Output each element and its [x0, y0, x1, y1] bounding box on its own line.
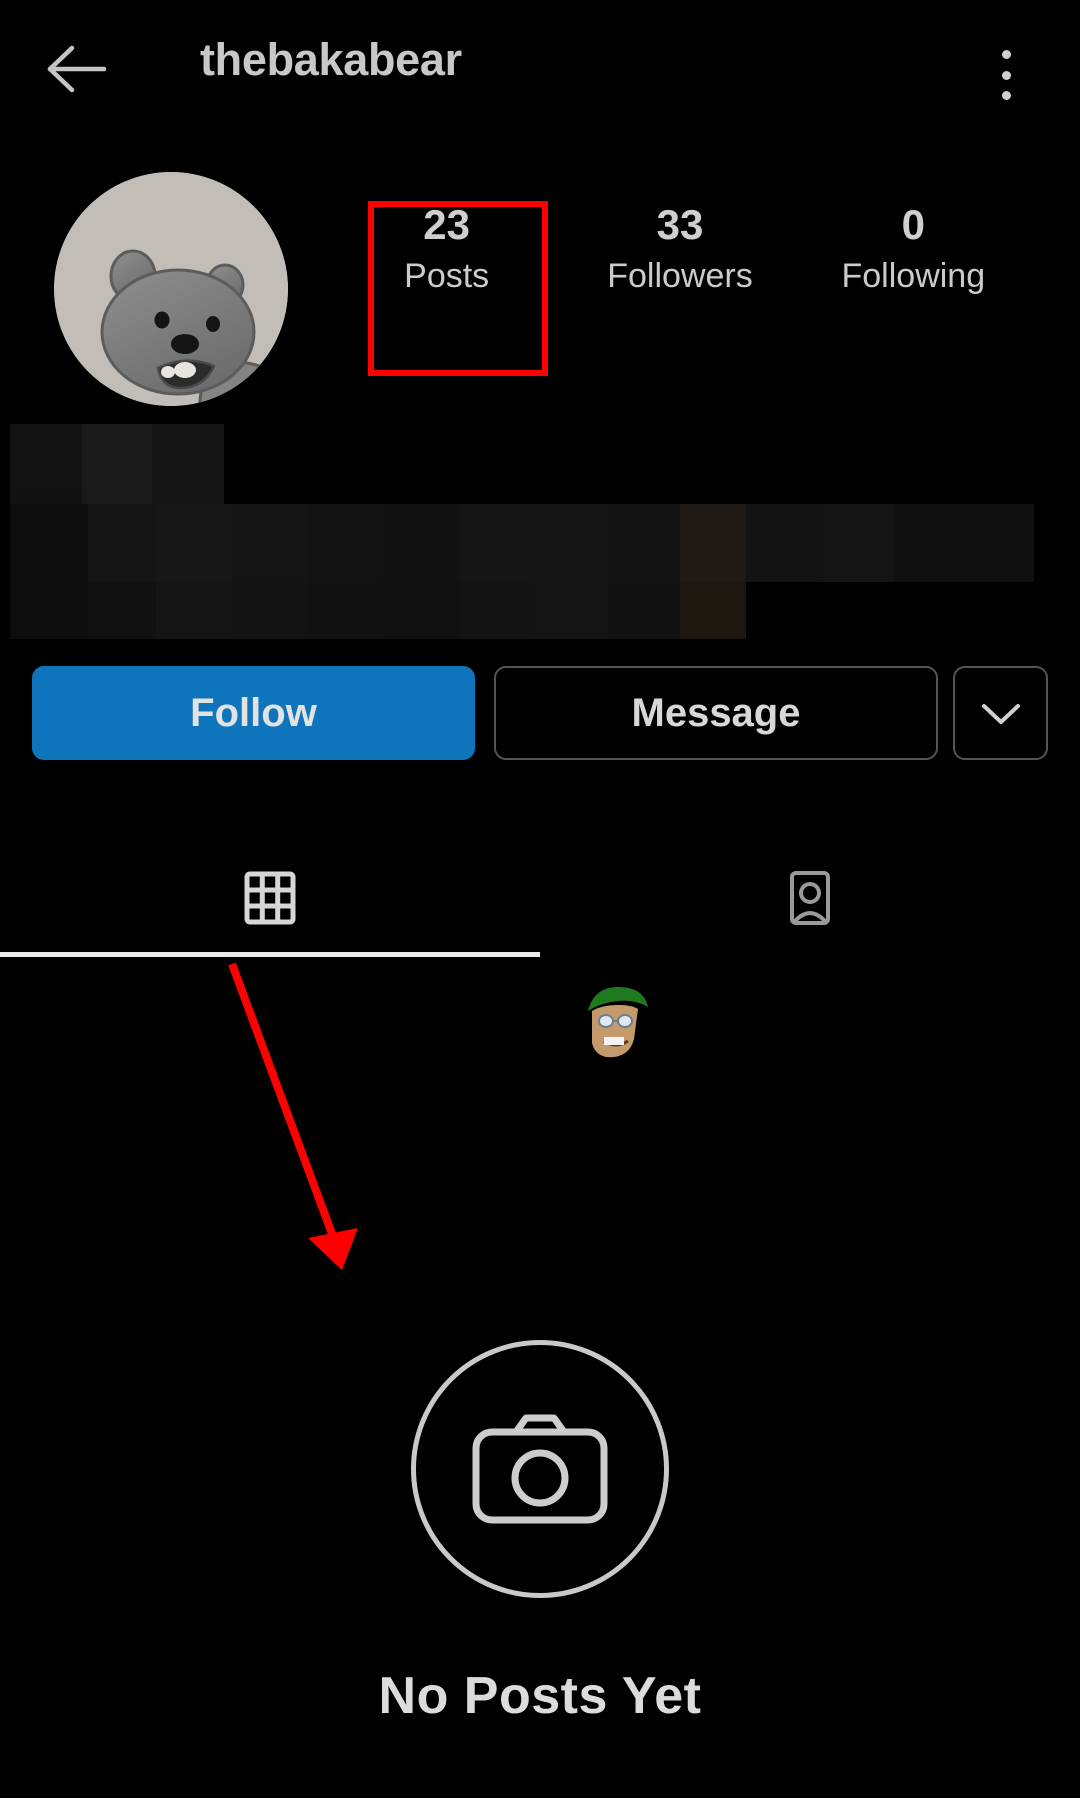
tab-tagged[interactable] — [540, 838, 1080, 958]
instagram-profile-screen: thebakabear 23 Posts 33 Followers 0 Foll… — [0, 0, 1080, 1798]
overflow-menu-button[interactable] — [984, 46, 1028, 104]
bio-mosaic-block — [224, 424, 1034, 486]
more-options-button[interactable] — [953, 666, 1048, 760]
bio-mosaic-block — [608, 582, 680, 639]
bio-mosaic-block — [308, 582, 382, 639]
bio-mosaic-block — [232, 504, 308, 582]
stat-followers[interactable]: 33 Followers — [563, 200, 796, 340]
bio-mosaic-block — [88, 504, 156, 582]
empty-state-icon-circle — [411, 1340, 669, 1598]
bio-mosaic-block — [10, 504, 88, 582]
bio-mosaic-block — [818, 582, 1034, 639]
app-header: thebakabear — [0, 0, 1080, 138]
stat-posts-value: 23 — [423, 201, 471, 248]
tab-posts-grid[interactable] — [0, 838, 540, 958]
stat-posts[interactable]: 23 Posts — [330, 200, 563, 340]
bio-mosaic-block — [746, 504, 818, 582]
empty-state-title: No Posts Yet — [378, 1667, 702, 1725]
bio-mosaic-block — [10, 582, 88, 639]
bio-mosaic-block — [680, 504, 746, 582]
bio-mosaic-block — [460, 504, 530, 582]
bio-mosaic-block — [88, 582, 156, 639]
message-button-label: Message — [631, 690, 801, 735]
camera-icon — [472, 1414, 608, 1524]
stat-following-value: 0 — [901, 201, 925, 248]
message-button[interactable]: Message — [494, 666, 938, 760]
bio-mosaic-block — [308, 504, 382, 582]
bio-mosaic-block — [530, 504, 608, 582]
bio-mosaic-block — [746, 582, 818, 639]
bio-mosaic-block — [156, 582, 232, 639]
bio-mosaic-block — [530, 582, 608, 639]
follow-button-label: Follow — [190, 690, 317, 735]
bio-mosaic-block — [82, 424, 152, 486]
bio-mosaic-block — [10, 424, 82, 486]
bio-redacted-mosaic — [10, 424, 1034, 639]
bio-mosaic-block — [608, 504, 680, 582]
follow-button[interactable]: Follow — [32, 666, 475, 760]
emoji-artifact — [570, 975, 660, 1065]
bio-mosaic-block — [818, 504, 894, 582]
tagged-person-icon — [790, 871, 830, 925]
bio-mosaic-block — [156, 504, 232, 582]
bio-mosaic-block — [894, 504, 1034, 582]
avatar[interactable] — [54, 172, 288, 406]
more-vertical-icon — [1001, 70, 1011, 80]
profile-action-bar: Follow Message — [32, 666, 1048, 762]
profile-stats: 23 Posts 33 Followers 0 Following — [330, 200, 1030, 340]
annotation-arrow-icon — [228, 962, 358, 1270]
bio-mosaic-block — [382, 582, 460, 639]
profile-tab-bar — [0, 838, 1080, 958]
bear-avatar — [54, 172, 288, 406]
bio-mosaic-block — [382, 504, 460, 582]
bio-mosaic-block — [152, 486, 224, 504]
bio-mosaic-block — [224, 486, 1034, 504]
bio-mosaic-block — [680, 582, 746, 639]
back-button[interactable] — [42, 38, 114, 100]
page-title: thebakabear — [200, 34, 462, 85]
emoji-face-icon — [588, 987, 648, 1058]
stat-following-label: Following — [841, 256, 986, 295]
bio-mosaic-block — [152, 424, 224, 486]
stat-followers-label: Followers — [607, 256, 753, 295]
grid-icon — [244, 871, 296, 925]
stat-followers-value: 33 — [656, 201, 704, 248]
bio-mosaic-block — [232, 582, 308, 639]
tab-selected-indicator — [0, 952, 540, 957]
stat-following[interactable]: 0 Following — [797, 200, 1030, 340]
chevron-down-icon — [981, 704, 1020, 724]
empty-state: No Posts Yet — [0, 1340, 1080, 1726]
arrow-left-icon — [47, 45, 107, 93]
bio-mosaic-block — [460, 582, 530, 639]
more-vertical-icon — [1001, 50, 1011, 59]
stat-posts-label: Posts — [404, 256, 490, 295]
bio-mosaic-block — [10, 486, 82, 504]
bio-mosaic-block — [82, 486, 152, 504]
more-vertical-icon — [1001, 91, 1011, 100]
